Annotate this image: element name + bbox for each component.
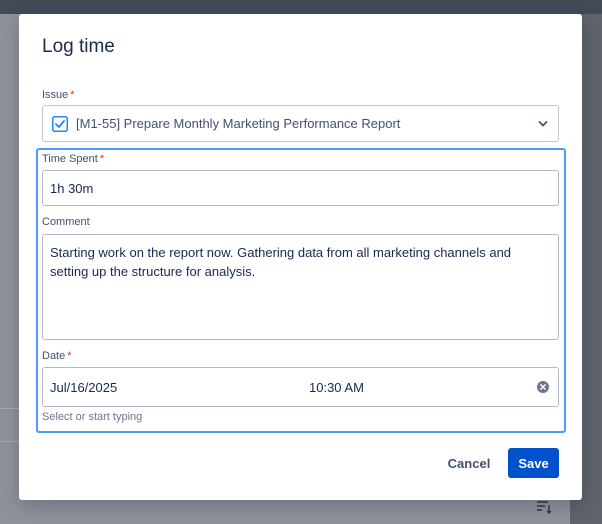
- chevron-down-icon[interactable]: [538, 119, 548, 129]
- sort-icon: [537, 501, 552, 514]
- cancel-button[interactable]: Cancel: [441, 448, 497, 478]
- save-button[interactable]: Save: [508, 448, 559, 478]
- dialog-title: Log time: [42, 36, 115, 57]
- required-mark: *: [67, 350, 72, 362]
- background-row: [0, 408, 20, 442]
- checkbox-task-icon: [52, 116, 68, 132]
- issue-label-text: Issue: [42, 89, 69, 101]
- date-time-picker[interactable]: Jul/16/2025 10:30 AM: [42, 367, 559, 407]
- time-spent-label-text: Time Spent: [42, 153, 98, 165]
- required-mark: *: [70, 89, 75, 101]
- time-spent-value: 1h 30m: [50, 181, 94, 196]
- comment-label: Comment: [42, 216, 90, 228]
- comment-textarea[interactable]: Starting work on the report now. Gatheri…: [42, 234, 559, 340]
- required-mark: *: [99, 153, 105, 165]
- issue-label: Issue *: [42, 89, 75, 101]
- comment-value: Starting work on the report now. Gatheri…: [50, 245, 512, 279]
- time-spent-input[interactable]: 1h 30m: [42, 170, 559, 206]
- background-topbar: [0, 0, 602, 14]
- issue-value: [M1-55] Prepare Monthly Marketing Perfor…: [76, 116, 401, 131]
- time-spent-label: Time Spent *: [42, 153, 104, 165]
- issue-select[interactable]: [M1-55] Prepare Monthly Marketing Perfor…: [42, 105, 559, 142]
- date-label-text: Date: [42, 350, 66, 362]
- date-label: Date *: [42, 350, 72, 362]
- clear-circle-icon[interactable]: [537, 381, 549, 393]
- date-helper-text: Select or start typing: [42, 411, 143, 423]
- date-value[interactable]: Jul/16/2025: [50, 380, 117, 395]
- log-time-dialog: Log time Issue * [M1-55] Prepare Monthly …: [19, 14, 582, 500]
- time-value[interactable]: 10:30 AM: [309, 380, 364, 395]
